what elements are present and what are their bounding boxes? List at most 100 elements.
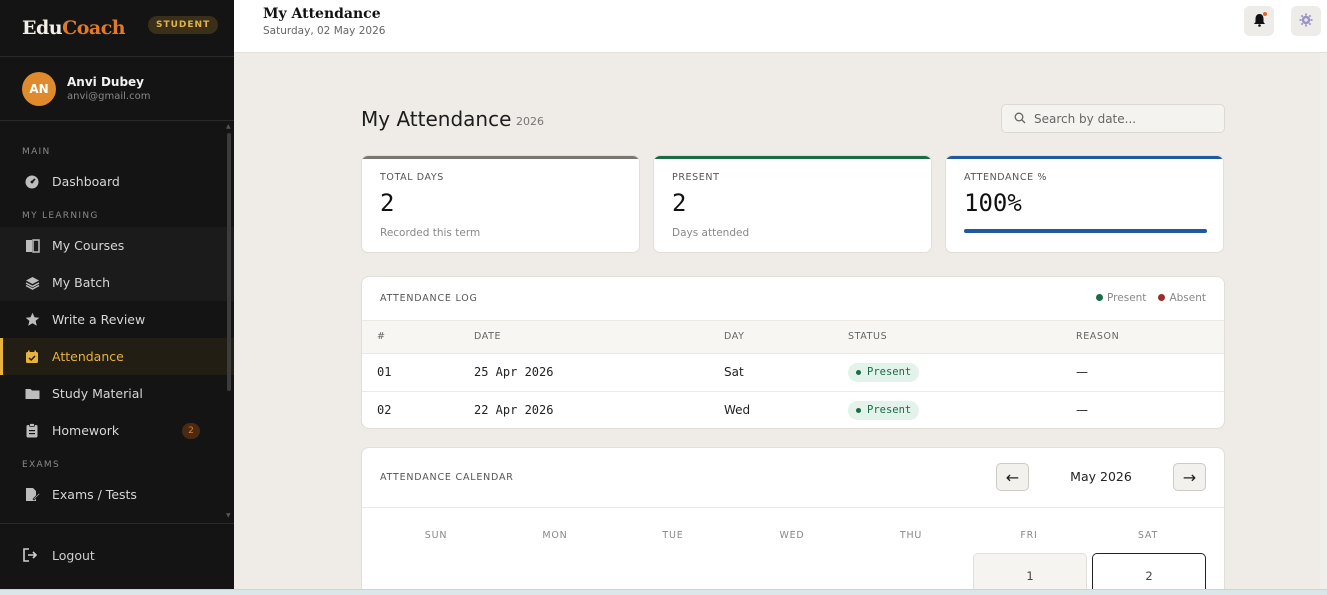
topbar-title: My Attendance bbox=[263, 6, 381, 22]
user-profile[interactable]: AN Anvi Dubey anvi@gmail.com bbox=[0, 57, 234, 121]
sidebar-item-label: Dashboard bbox=[52, 174, 120, 189]
nav-section-learning: MY LEARNING bbox=[22, 211, 99, 221]
stat-label: ATTENDANCE % bbox=[964, 172, 1047, 183]
sidebar-item-homework[interactable]: Homework 2 bbox=[0, 412, 234, 449]
row-date: 22 Apr 2026 bbox=[474, 403, 554, 418]
weekday-header: FRI bbox=[1020, 530, 1038, 541]
calendar-day-today[interactable]: 2 bbox=[1092, 553, 1206, 593]
sidebar-item-dashboard[interactable]: Dashboard bbox=[0, 163, 234, 200]
attendance-calendar-panel: ATTENDANCE CALENDAR ← May 2026 → SUN MON… bbox=[361, 447, 1225, 595]
stat-card-accent bbox=[654, 156, 931, 159]
notifications-button[interactable] bbox=[1244, 6, 1274, 36]
attendance-table: # DATE DAY STATUS REASON 01 25 Apr 2026 … bbox=[362, 321, 1224, 428]
logout-icon bbox=[22, 547, 38, 563]
layers-icon bbox=[24, 275, 40, 291]
stat-sub: Days attended bbox=[672, 227, 750, 239]
search-input[interactable] bbox=[1034, 111, 1214, 126]
sidebar-item-label: My Batch bbox=[52, 275, 111, 290]
topbar-date: Saturday, 02 May 2026 bbox=[263, 25, 386, 37]
stat-value: 100% bbox=[964, 189, 1022, 217]
sidebar-scrollbar[interactable] bbox=[227, 133, 231, 391]
attendance-log-header: ATTENDANCE LOG Present Absent bbox=[362, 277, 1224, 321]
column-header: REASON bbox=[1076, 321, 1224, 354]
clipboard-icon bbox=[24, 423, 40, 439]
scroll-up-arrow-icon[interactable]: ▲ bbox=[226, 123, 231, 130]
sidebar-item-write-review[interactable]: Write a Review bbox=[0, 301, 234, 338]
scroll-down-arrow-icon[interactable]: ▼ bbox=[226, 512, 231, 519]
sidebar-item-exams-tests[interactable]: Exams / Tests bbox=[0, 476, 234, 513]
status-badge: Present bbox=[848, 362, 920, 382]
sidebar: EduCoach STUDENT AN Anvi Dubey anvi@gmai… bbox=[0, 0, 234, 589]
legend-absent-label: Absent bbox=[1169, 292, 1206, 304]
row-status: Present bbox=[848, 391, 1076, 428]
homework-count-badge: 2 bbox=[182, 423, 200, 439]
sidebar-item-my-batch[interactable]: My Batch bbox=[0, 264, 234, 301]
weekday-header: WED bbox=[779, 530, 805, 541]
window-bottom-strip bbox=[0, 589, 1327, 595]
status-text: Present bbox=[867, 404, 912, 417]
arrow-left-icon: ← bbox=[1005, 467, 1020, 487]
column-header: STATUS bbox=[848, 321, 1076, 354]
attendance-progress-fill bbox=[964, 229, 1207, 233]
role-badge: STUDENT bbox=[148, 16, 219, 34]
sidebar-item-label: Attendance bbox=[52, 349, 124, 364]
calendar-month-label: May 2026 bbox=[1070, 469, 1132, 484]
column-header: DATE bbox=[474, 321, 724, 354]
book-icon bbox=[24, 238, 40, 254]
sidebar-item-label: Homework bbox=[52, 423, 120, 438]
folder-icon bbox=[24, 386, 40, 402]
page-year: 2026 bbox=[516, 115, 544, 128]
calendar-title: ATTENDANCE CALENDAR bbox=[380, 472, 514, 483]
prev-month-button[interactable]: ← bbox=[996, 463, 1029, 491]
row-reason: — bbox=[1076, 353, 1224, 392]
stat-card-accent bbox=[362, 156, 639, 159]
search-icon bbox=[1014, 109, 1026, 128]
next-month-button[interactable]: → bbox=[1173, 463, 1206, 491]
main-content: My Attendance 2026 TOTAL DAYS 2 Recorded… bbox=[234, 53, 1327, 595]
attendance-progress-bar bbox=[964, 229, 1207, 233]
status-badge: Present bbox=[848, 400, 920, 420]
table-row[interactable]: 02 22 Apr 2026 Wed Present — bbox=[362, 391, 1224, 428]
stat-card-total-days: TOTAL DAYS 2 Recorded this term bbox=[361, 155, 640, 253]
gear-icon bbox=[1299, 12, 1313, 31]
settings-button[interactable] bbox=[1291, 6, 1321, 36]
sidebar-item-my-courses[interactable]: My Courses bbox=[0, 227, 234, 264]
stat-label: PRESENT bbox=[672, 172, 720, 183]
main-scrollbar-track[interactable] bbox=[1320, 53, 1327, 589]
nav-section-exams: EXAMS bbox=[22, 460, 60, 470]
stat-card-attendance-percent: ATTENDANCE % 100% bbox=[945, 155, 1224, 253]
table-row[interactable]: 01 25 Apr 2026 Sat Present — bbox=[362, 353, 1224, 392]
row-date: 25 Apr 2026 bbox=[474, 353, 724, 392]
sidebar-item-study-material[interactable]: Study Material bbox=[0, 375, 234, 412]
sidebar-item-label: Write a Review bbox=[52, 312, 146, 327]
nav-section-main: MAIN bbox=[22, 147, 51, 157]
user-email: anvi@gmail.com bbox=[67, 91, 151, 102]
dashboard-icon bbox=[24, 174, 40, 190]
stat-sub: Recorded this term bbox=[380, 227, 481, 239]
status-dot-icon bbox=[856, 407, 861, 413]
status-dot-icon bbox=[856, 369, 861, 375]
sidebar-item-label: Exams / Tests bbox=[52, 487, 137, 502]
present-dot-icon bbox=[1096, 293, 1104, 301]
stat-value: 2 bbox=[672, 189, 687, 217]
attendance-log-panel: ATTENDANCE LOG Present Absent # DATE DAY… bbox=[361, 276, 1225, 429]
sidebar-item-label: Study Material bbox=[52, 386, 143, 401]
weekday-header: TUE bbox=[662, 530, 684, 541]
column-header: # bbox=[362, 321, 474, 354]
search-box[interactable] bbox=[1001, 104, 1225, 133]
notification-dot bbox=[1263, 12, 1267, 16]
weekday-header: THU bbox=[899, 530, 923, 541]
calendar-day[interactable]: 1 bbox=[973, 553, 1087, 593]
brand-text-edu: Edu bbox=[22, 17, 63, 39]
star-icon bbox=[24, 312, 40, 328]
logout-button[interactable]: Logout bbox=[22, 540, 95, 570]
stat-card-accent bbox=[946, 156, 1223, 159]
sidebar-item-attendance[interactable]: Attendance bbox=[0, 338, 234, 375]
weekday-header: SAT bbox=[1137, 530, 1159, 541]
row-number: 01 bbox=[362, 353, 474, 392]
brand-logo[interactable]: EduCoach bbox=[22, 17, 126, 39]
calendar-check-icon bbox=[24, 349, 40, 365]
legend-present: Present bbox=[1096, 292, 1146, 304]
stat-card-present: PRESENT 2 Days attended bbox=[653, 155, 932, 253]
logout-label: Logout bbox=[52, 547, 95, 563]
